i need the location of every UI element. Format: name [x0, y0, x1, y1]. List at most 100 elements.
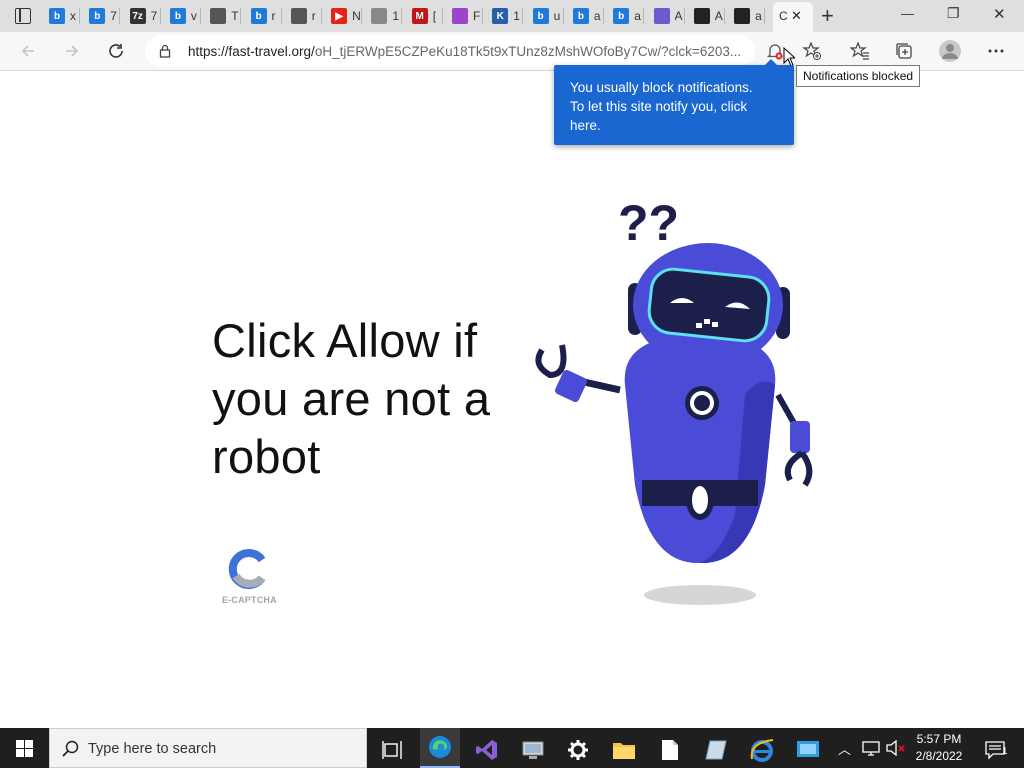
- forward-button[interactable]: [57, 36, 87, 66]
- star-add-icon: [802, 41, 821, 60]
- taskbar-internet-explorer[interactable]: [742, 732, 782, 768]
- tab[interactable]: a: [734, 4, 766, 28]
- folder-icon: [613, 743, 635, 759]
- page-headline: Click Allow if you are not a robot: [212, 312, 512, 486]
- collections-icon: [896, 43, 912, 59]
- favorites-button[interactable]: [845, 36, 875, 66]
- headline-line-2: you are not a: [212, 372, 491, 425]
- url-path: oH_tjERWpE5CZPeKu18Tk5t9xTUnz8zMshWOfoBy…: [314, 44, 742, 59]
- start-button[interactable]: [4, 730, 44, 766]
- back-button[interactable]: [13, 36, 43, 66]
- youtube-icon: ▶: [331, 8, 348, 24]
- popup-line-2: To let this site notify you, click: [570, 99, 748, 114]
- remote-desktop-icon: [797, 741, 819, 757]
- document-icon: [662, 740, 678, 760]
- taskbar-app-blank[interactable]: [696, 732, 736, 768]
- tab-label: A: [674, 9, 683, 23]
- lock-icon[interactable]: [159, 44, 171, 58]
- taskbar-settings[interactable]: [558, 732, 598, 768]
- network-status-icon[interactable]: [862, 741, 880, 757]
- tab[interactable]: M[: [411, 4, 443, 28]
- collections-button[interactable]: [889, 36, 919, 66]
- tab[interactable]: K1: [492, 4, 524, 28]
- tab-active[interactable]: C ✕: [773, 2, 813, 32]
- tab[interactable]: ba: [613, 4, 645, 28]
- close-tab-icon[interactable]: ✕: [791, 8, 802, 24]
- tab[interactable]: A: [693, 4, 725, 28]
- tab[interactable]: 7z 7: [129, 4, 161, 28]
- taskbar-clock[interactable]: 5:57 PM 2/8/2022: [908, 731, 970, 765]
- yahoo-icon: [653, 8, 670, 24]
- show-hidden-icons-icon[interactable]: ︿: [838, 739, 851, 758]
- notification-blocked-popup[interactable]: You usually block notifications. To let …: [554, 59, 794, 145]
- gear-icon: [568, 740, 588, 760]
- popup-line-3[interactable]: here.: [570, 116, 778, 135]
- tab[interactable]: 1: [371, 4, 403, 28]
- tab-separator: [683, 8, 685, 24]
- tab-label: T: [231, 9, 239, 23]
- new-tab-button[interactable]: +: [821, 3, 834, 29]
- profile-button[interactable]: [935, 36, 965, 66]
- more-options-button[interactable]: [981, 36, 1011, 66]
- url-host: https://fast-travel.org/: [188, 44, 315, 59]
- bing-icon: b: [613, 8, 630, 24]
- taskbar-search-box[interactable]: Type here to search: [49, 728, 367, 768]
- bing-icon: b: [169, 8, 186, 24]
- back-arrow-icon: [21, 45, 34, 57]
- action-center-button[interactable]: 1: [975, 732, 1015, 768]
- maximize-button[interactable]: ❐: [947, 5, 960, 22]
- tab[interactable]: bx: [49, 4, 80, 28]
- tab-label: A: [714, 9, 723, 23]
- bing-icon: b: [532, 8, 549, 24]
- tab[interactable]: T: [210, 4, 242, 28]
- captcha-label: E-CAPTCHA: [222, 595, 277, 605]
- taskbar-edge[interactable]: [420, 728, 460, 768]
- tab[interactable]: bv: [169, 4, 201, 28]
- tab-label: a: [593, 9, 601, 23]
- taskbar-notepad[interactable]: [650, 732, 690, 768]
- minimize-button[interactable]: —: [901, 6, 914, 21]
- tab-separator: [401, 8, 403, 24]
- tab[interactable]: ▶ N: [331, 4, 363, 28]
- tab[interactable]: b7: [89, 4, 121, 28]
- tab[interactable]: ba: [572, 4, 604, 28]
- taskbar: Type here to search ︿ 5:57 PM 2/8/2022 1: [0, 728, 1024, 768]
- robot-illustration: ??: [535, 195, 813, 605]
- headline-line-1: Click Allow if: [212, 314, 478, 367]
- address-bar[interactable]: https://fast-travel.org/oH_tjERWpE5CZPeK…: [145, 35, 755, 67]
- mcafee-icon: M: [411, 8, 428, 24]
- task-view-button[interactable]: [372, 732, 412, 768]
- forward-arrow-icon: [66, 45, 79, 57]
- taskbar-file-explorer[interactable]: [604, 732, 644, 768]
- add-favorite-button[interactable]: [797, 36, 827, 66]
- internet-explorer-icon: [750, 739, 774, 762]
- clock-date: 2/8/2022: [915, 749, 963, 763]
- bing-icon: b: [250, 8, 267, 24]
- tab-separator: [320, 8, 322, 24]
- tab-label: [: [432, 9, 437, 23]
- url-text[interactable]: https://fast-travel.org/oH_tjERWpE5CZPeK…: [188, 44, 741, 59]
- tab-separator: [602, 8, 604, 24]
- close-window-button[interactable]: ✕: [993, 5, 1006, 23]
- tab[interactable]: A: [653, 4, 685, 28]
- bing-icon: b: [89, 8, 106, 24]
- tab[interactable]: F: [452, 4, 483, 28]
- refresh-button[interactable]: [101, 36, 131, 66]
- tab-label: N: [352, 9, 361, 23]
- tab-separator: [643, 8, 645, 24]
- tab-label: F: [473, 9, 481, 23]
- tab-separator: [482, 8, 483, 24]
- tab-separator: [199, 8, 201, 24]
- volume-muted-icon[interactable]: [886, 740, 906, 756]
- tab[interactable]: r: [290, 4, 322, 28]
- search-placeholder: Type here to search: [88, 741, 217, 757]
- taskbar-visual-studio[interactable]: [467, 732, 507, 768]
- tab[interactable]: br: [250, 4, 282, 28]
- taskbar-network[interactable]: [513, 732, 553, 768]
- tab[interactable]: bu: [532, 4, 564, 28]
- tab-label: u: [553, 9, 561, 23]
- tab-separator: [764, 8, 766, 24]
- network-computer-icon: [522, 741, 544, 759]
- tab-actions-icon[interactable]: [15, 8, 31, 24]
- taskbar-remote-desktop[interactable]: [788, 732, 828, 768]
